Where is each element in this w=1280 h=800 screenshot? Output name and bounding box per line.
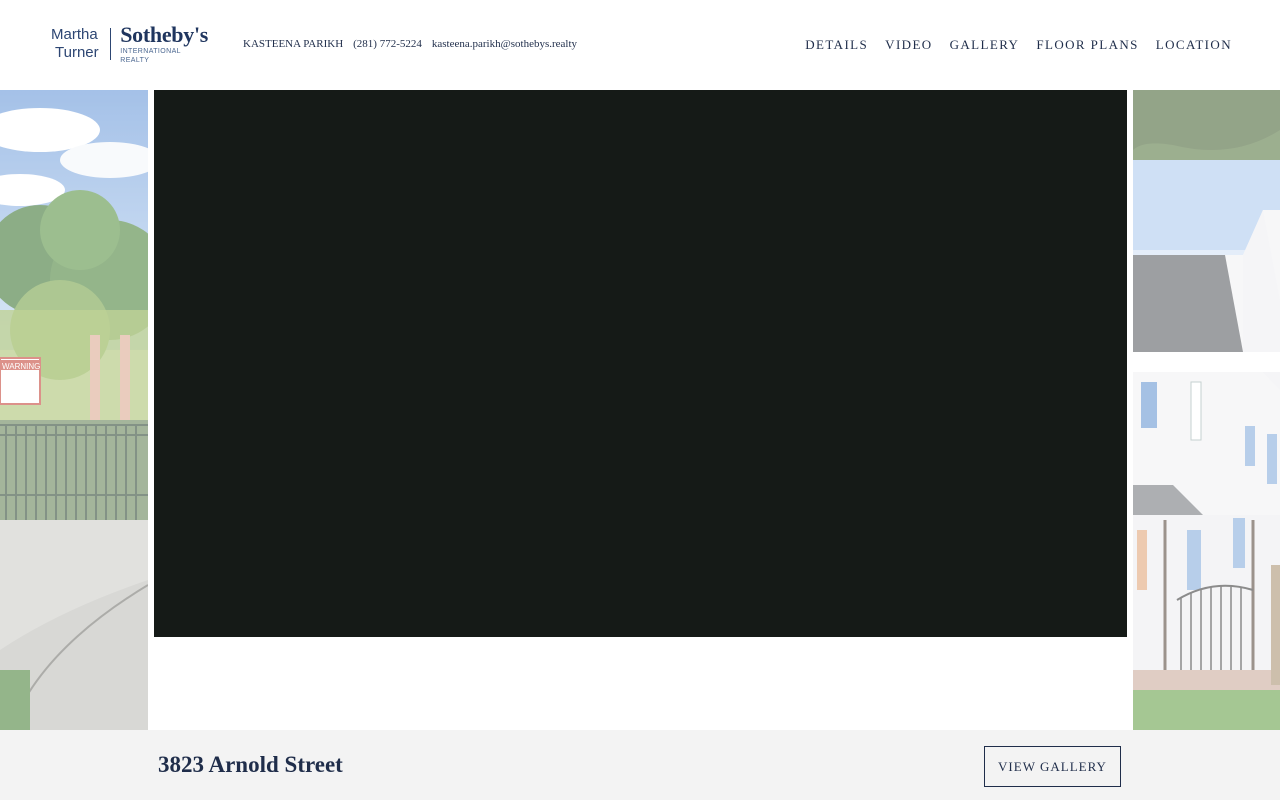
agent-contact: KASTEENA PARIKH (281) 772-5224 kasteena.…: [243, 38, 577, 50]
park-entrance-image: WARNING: [0, 90, 148, 730]
view-gallery-button[interactable]: VIEW GALLERY: [984, 746, 1121, 787]
logo-sothebys-wordmark: Sotheby's: [120, 22, 209, 47]
nav-floor-plans[interactable]: FLOOR PLANS: [1036, 37, 1138, 53]
logo-left-line2: Turner: [55, 44, 99, 61]
gallery-photo-previous[interactable]: WARNING: [0, 90, 148, 730]
site-header: Martha Turner Sotheby's INTERNATIONAL RE…: [0, 0, 1280, 90]
logo-martha-turner: Martha Turner: [51, 26, 110, 62]
gallery-photo-next[interactable]: [1133, 90, 1280, 730]
agent-phone-link[interactable]: (281) 772-5224: [353, 38, 422, 50]
nav-video[interactable]: VIDEO: [885, 37, 932, 53]
logo-divider: [110, 28, 112, 60]
nav-location[interactable]: LOCATION: [1156, 37, 1232, 53]
main-nav: DETAILS VIDEO GALLERY FLOOR PLANS LOCATI…: [805, 37, 1232, 53]
nav-gallery[interactable]: GALLERY: [950, 37, 1020, 53]
property-address: 3823 Arnold Street: [158, 752, 343, 777]
logo-left-line1: Martha: [51, 26, 98, 43]
nav-details[interactable]: DETAILS: [805, 37, 868, 53]
logo-sothebys: Sotheby's INTERNATIONAL REALTY: [120, 23, 211, 65]
brand-logo[interactable]: Martha Turner Sotheby's INTERNATIONAL RE…: [51, 23, 211, 65]
agent-email-link[interactable]: kasteena.parikh@sothebys.realty: [432, 38, 577, 50]
listing-footer-bar: 3823 Arnold Street VIEW GALLERY: [0, 730, 1280, 800]
house-exterior-image: [1133, 90, 1280, 730]
agent-name: KASTEENA PARIKH: [243, 38, 344, 50]
logo-sothebys-subline: INTERNATIONAL REALTY: [120, 48, 181, 64]
warning-sign-text: WARNING: [2, 362, 40, 371]
video-player[interactable]: [154, 90, 1127, 637]
